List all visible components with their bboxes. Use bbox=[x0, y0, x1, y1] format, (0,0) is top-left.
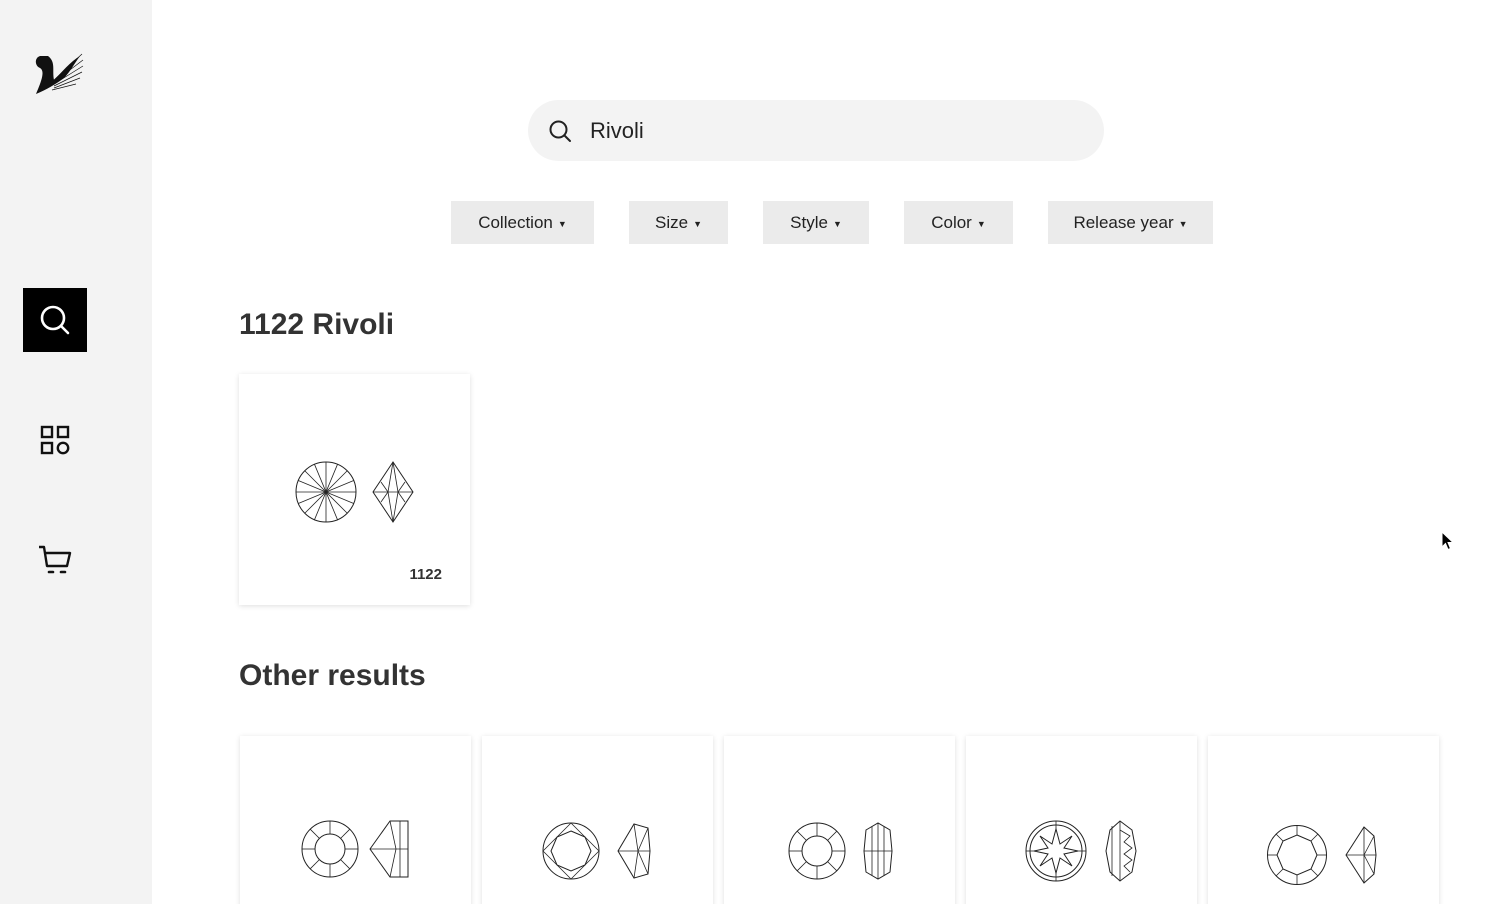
round-stone-drawing bbox=[1267, 825, 1377, 885]
product-code: 1122 bbox=[409, 566, 442, 583]
caret-down-icon: ▼ bbox=[832, 218, 842, 229]
product-card[interactable] bbox=[240, 736, 471, 904]
star-cut-stone-drawing bbox=[1025, 820, 1137, 882]
result-title: 1122 Rivoli bbox=[239, 308, 395, 341]
other-results-title: Other results bbox=[239, 659, 426, 692]
product-card-1122[interactable]: 1122 bbox=[239, 374, 470, 605]
filter-label: Release year bbox=[1073, 212, 1174, 232]
product-card[interactable] bbox=[966, 736, 1197, 904]
swan-logo-icon[interactable] bbox=[30, 50, 86, 100]
chaton-stone-drawing bbox=[301, 820, 409, 878]
filter-label: Style bbox=[790, 212, 828, 232]
grid-icon bbox=[40, 425, 70, 455]
nav-search-button[interactable] bbox=[23, 288, 87, 352]
nav-catalog-button[interactable] bbox=[23, 408, 87, 472]
cart-icon bbox=[39, 545, 72, 574]
caret-down-icon: ▼ bbox=[1178, 218, 1188, 229]
rivoli-stone-drawing bbox=[295, 461, 414, 523]
product-card[interactable] bbox=[724, 736, 955, 904]
product-card[interactable] bbox=[482, 736, 713, 904]
filter-style[interactable]: Style ▼ bbox=[763, 201, 869, 244]
filter-size[interactable]: Size ▼ bbox=[629, 201, 728, 244]
chaton-stone-drawing bbox=[788, 822, 893, 880]
sidebar bbox=[0, 0, 152, 904]
search-bar bbox=[528, 100, 1104, 161]
filter-release-year[interactable]: Release year ▼ bbox=[1048, 201, 1213, 244]
round-stone-drawing bbox=[542, 822, 651, 880]
caret-down-icon: ▼ bbox=[693, 218, 702, 229]
nav-cart-button[interactable] bbox=[23, 528, 87, 592]
filter-collection[interactable]: Collection ▼ bbox=[451, 201, 594, 244]
search-icon bbox=[548, 119, 572, 143]
filter-label: Color bbox=[931, 212, 972, 232]
search-icon bbox=[40, 305, 70, 335]
caret-down-icon: ▼ bbox=[557, 218, 567, 229]
filter-label: Size bbox=[655, 212, 689, 232]
caret-down-icon: ▼ bbox=[976, 218, 986, 229]
mouse-cursor-icon bbox=[1441, 531, 1455, 551]
product-card[interactable] bbox=[1208, 736, 1439, 904]
filter-label: Collection bbox=[478, 212, 553, 232]
search-input[interactable] bbox=[590, 117, 1060, 144]
filter-color[interactable]: Color ▼ bbox=[904, 201, 1013, 244]
